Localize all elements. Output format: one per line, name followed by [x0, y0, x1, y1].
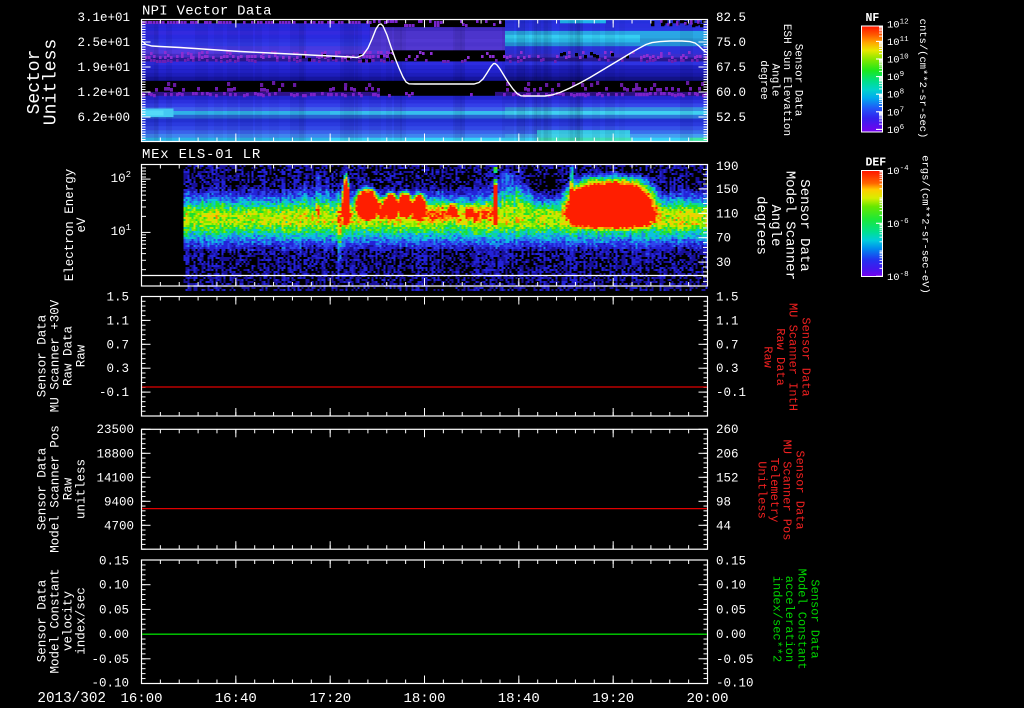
- svg-text:ergs/(cm**2-sr-sec-eV): ergs/(cm**2-sr-sec-eV): [918, 155, 930, 294]
- svg-text:4700: 4700: [104, 519, 134, 533]
- svg-text:30: 30: [716, 256, 731, 270]
- svg-text:16:40: 16:40: [215, 691, 257, 707]
- svg-text:150: 150: [716, 183, 739, 197]
- svg-text:206: 206: [716, 447, 739, 461]
- svg-text:Raw: Raw: [74, 344, 88, 367]
- svg-text:Sensor Data: Sensor Data: [35, 314, 49, 397]
- svg-text:0.7: 0.7: [106, 338, 129, 352]
- svg-text:60.0: 60.0: [716, 86, 746, 100]
- svg-text:Sensor Data: Sensor Data: [792, 44, 804, 117]
- svg-text:20:00: 20:00: [686, 691, 728, 707]
- svg-text:18:00: 18:00: [403, 691, 445, 707]
- svg-text:2.5e+01: 2.5e+01: [77, 36, 130, 50]
- svg-text:degrees: degrees: [753, 196, 769, 255]
- svg-text:98: 98: [716, 495, 731, 509]
- svg-text:Model Scanner Pos: Model Scanner Pos: [48, 425, 62, 553]
- svg-text:index/sec**2: index/sec**2: [770, 576, 784, 662]
- svg-text:ESH Sun Elevation: ESH Sun Elevation: [780, 24, 792, 136]
- svg-text:17:20: 17:20: [309, 691, 351, 707]
- svg-text:NPI Vector Data: NPI Vector Data: [142, 4, 272, 20]
- svg-text:0.15: 0.15: [716, 555, 746, 569]
- svg-text:Raw: Raw: [61, 477, 75, 500]
- svg-text:0.3: 0.3: [106, 362, 129, 376]
- svg-text:52.5: 52.5: [716, 111, 746, 125]
- svg-text:Model Constant: Model Constant: [48, 568, 62, 673]
- svg-text:unitless: unitless: [74, 459, 88, 519]
- svg-text:1.2e+01: 1.2e+01: [77, 86, 130, 100]
- svg-text:index/sec: index/sec: [74, 587, 88, 655]
- svg-text:6.2e+00: 6.2e+00: [77, 111, 130, 125]
- svg-text:14100: 14100: [96, 471, 134, 485]
- svg-text:0.3: 0.3: [716, 362, 739, 376]
- svg-text:-0.05: -0.05: [91, 653, 129, 667]
- svg-text:MU Scanner +30V: MU Scanner +30V: [48, 299, 62, 412]
- svg-text:-0.1: -0.1: [716, 386, 746, 400]
- svg-text:1.1: 1.1: [106, 314, 129, 328]
- svg-text:0.00: 0.00: [99, 628, 129, 642]
- svg-text:260: 260: [716, 423, 739, 437]
- svg-text:110: 110: [716, 207, 739, 221]
- svg-text:Unitless: Unitless: [755, 461, 769, 519]
- svg-text:velocity: velocity: [61, 590, 75, 651]
- svg-text:0.00: 0.00: [716, 628, 746, 642]
- svg-text:190: 190: [716, 160, 739, 174]
- svg-text:Raw Data: Raw Data: [61, 325, 75, 386]
- svg-text:18:40: 18:40: [498, 691, 540, 707]
- svg-text:Angle: Angle: [768, 63, 780, 96]
- svg-text:19:20: 19:20: [592, 691, 634, 707]
- svg-text:DEF: DEF: [866, 157, 887, 170]
- svg-text:1.5: 1.5: [106, 291, 129, 305]
- svg-text:44: 44: [716, 519, 731, 533]
- svg-text:Raw: Raw: [761, 346, 775, 368]
- svg-text:67.5: 67.5: [716, 61, 746, 75]
- svg-text:NF: NF: [866, 12, 880, 25]
- svg-text:2013/302: 2013/302: [37, 691, 106, 707]
- svg-text:1.9e+01: 1.9e+01: [77, 61, 130, 75]
- svg-text:152: 152: [716, 471, 739, 485]
- svg-text:Unitless: Unitless: [41, 39, 61, 125]
- svg-text:cnts/(cm**2-sr-sec): cnts/(cm**2-sr-sec): [916, 19, 928, 139]
- svg-text:82.5: 82.5: [716, 11, 746, 25]
- svg-text:0.10: 0.10: [716, 579, 746, 593]
- svg-text:-0.1: -0.1: [99, 386, 129, 400]
- svg-text:0.05: 0.05: [99, 603, 129, 617]
- svg-text:0.7: 0.7: [716, 338, 739, 352]
- svg-text:16:00: 16:00: [120, 691, 162, 707]
- svg-text:9400: 9400: [104, 495, 134, 509]
- svg-text:75.0: 75.0: [716, 36, 746, 50]
- svg-text:0.05: 0.05: [716, 603, 746, 617]
- svg-text:Sensor Data: Sensor Data: [35, 579, 49, 662]
- svg-text:-0.10: -0.10: [91, 677, 129, 691]
- svg-text:23500: 23500: [96, 423, 134, 437]
- svg-text:0.15: 0.15: [99, 555, 129, 569]
- svg-text:70: 70: [716, 232, 731, 246]
- svg-text:1.5: 1.5: [716, 291, 739, 305]
- svg-text:Sensor Data: Sensor Data: [35, 447, 49, 530]
- svg-text:-0.10: -0.10: [716, 677, 754, 691]
- svg-text:1.1: 1.1: [716, 314, 739, 328]
- svg-text:MEx ELS-01 LR: MEx ELS-01 LR: [142, 147, 261, 163]
- svg-text:degree: degree: [757, 60, 769, 100]
- svg-text:3.1e+01: 3.1e+01: [77, 11, 130, 25]
- svg-text:eV: eV: [75, 217, 89, 233]
- svg-text:18800: 18800: [96, 447, 134, 461]
- svg-text:0.10: 0.10: [99, 579, 129, 593]
- svg-text:-0.05: -0.05: [716, 653, 754, 667]
